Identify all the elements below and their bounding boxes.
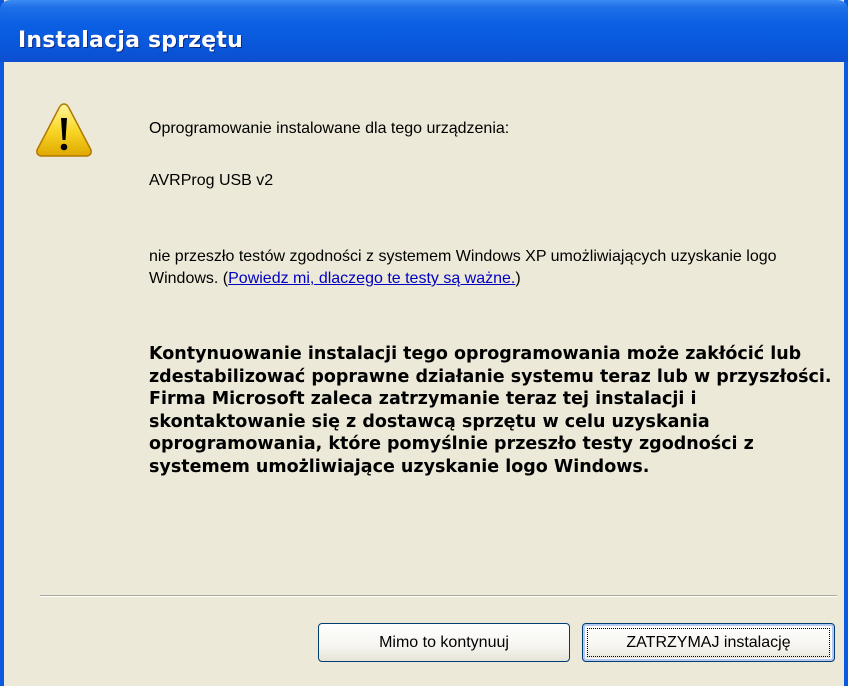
- hardware-installation-dialog: Instalacja sprzętu Oprogramowanie instal…: [0, 0, 848, 686]
- warning-icon: [36, 103, 92, 157]
- compatibility-close-paren: ): [515, 270, 521, 287]
- intro-text: Oprogramowanie instalowane dla tego urzą…: [149, 120, 510, 137]
- window-title: Instalacja sprzętu: [18, 28, 243, 53]
- title-bar[interactable]: Instalacja sprzętu: [0, 0, 848, 62]
- separator: [40, 595, 837, 597]
- stop-installation-label: ZATRZYMAJ instalację: [626, 634, 791, 651]
- stop-installation-button[interactable]: ZATRZYMAJ instalację: [582, 623, 835, 662]
- continue-anyway-button[interactable]: Mimo to kontynuuj: [318, 623, 570, 662]
- why-tests-important-link[interactable]: Powiedz mi, dlaczego te testy są ważne.: [228, 270, 515, 287]
- device-name: AVRProg USB v2: [149, 172, 274, 189]
- compatibility-paragraph: nie przeszło testów zgodności z systemem…: [149, 246, 848, 290]
- warning-message: Kontynuowanie instalacji tego oprogramow…: [149, 344, 832, 477]
